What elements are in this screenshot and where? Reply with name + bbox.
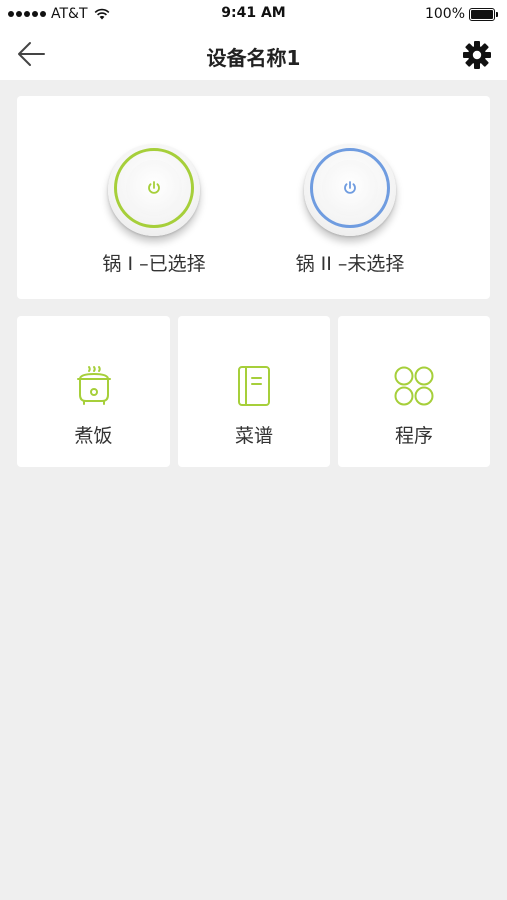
pot-1-power-button[interactable] xyxy=(108,144,200,236)
battery-percentage: 100% xyxy=(424,6,465,22)
tile-programs-label: 程序 xyxy=(394,425,433,447)
pot-2-ring xyxy=(310,148,390,228)
pot-1-selector[interactable]: 锅 I –已选择 xyxy=(54,96,254,299)
recipe-book-icon xyxy=(238,366,270,406)
status-bar: AT&T 9:41 AM 100% xyxy=(0,0,507,28)
pot-2-power-button[interactable] xyxy=(304,144,396,236)
tile-programs[interactable]: 程序 xyxy=(338,316,490,467)
pot-2-label: 锅 II –未选择 xyxy=(295,253,405,275)
tile-recipes-label: 菜谱 xyxy=(234,425,273,447)
page-title: 设备名称1 xyxy=(206,46,301,70)
power-icon xyxy=(148,181,160,194)
recipe-book-icon-wrap xyxy=(232,364,276,408)
pot-1-label: 锅 I –已选择 xyxy=(102,253,206,275)
power-icon xyxy=(344,181,356,194)
pot-selection-card: 锅 I –已选择 锅 II –未选择 xyxy=(17,96,490,299)
tile-cook-rice-label: 煮饭 xyxy=(74,425,113,447)
pot-2-selector[interactable]: 锅 II –未选择 xyxy=(250,96,450,299)
program-grid-icon xyxy=(394,366,434,406)
rice-cooker-icon xyxy=(76,366,111,405)
nav-bar: 设备名称1 xyxy=(0,28,507,80)
tile-recipes[interactable]: 菜谱 xyxy=(178,316,330,467)
pot-1-ring xyxy=(114,148,194,228)
tile-cook-rice[interactable]: 煮饭 xyxy=(17,316,170,467)
settings-button[interactable] xyxy=(461,39,493,71)
battery-icon xyxy=(469,7,499,21)
rice-cooker-icon-wrap xyxy=(72,364,116,408)
program-grid-icon-wrap xyxy=(392,364,436,408)
gear-icon xyxy=(463,41,491,69)
battery-group: 100% xyxy=(425,5,499,23)
